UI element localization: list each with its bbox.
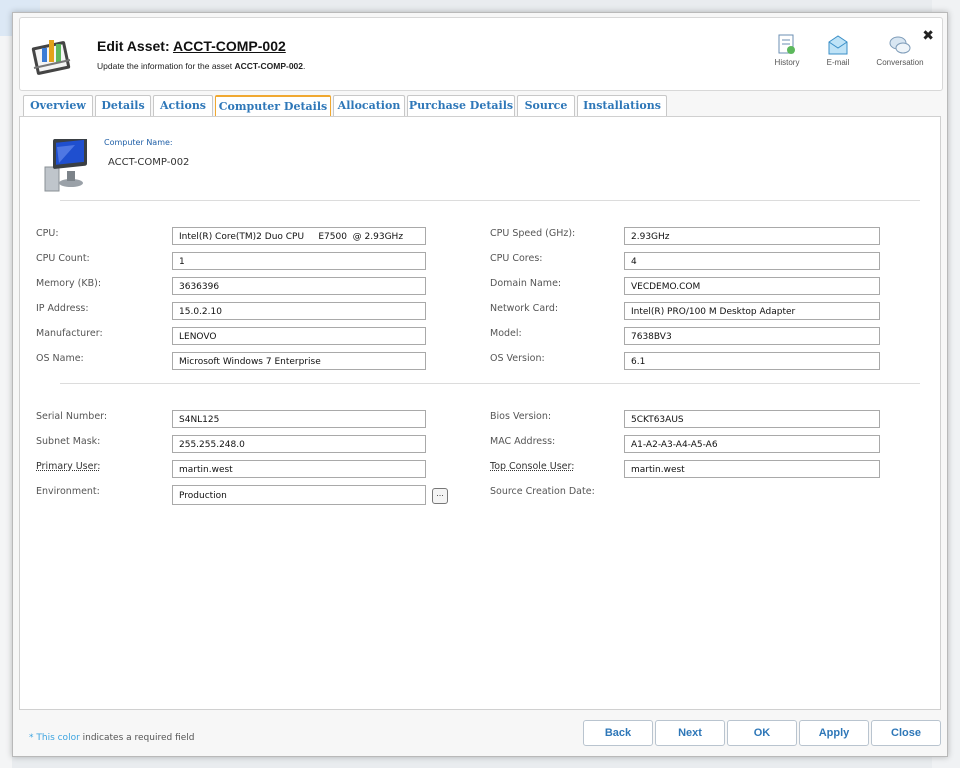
ok-button[interactable]: OK bbox=[727, 720, 797, 746]
cpu-speed-field[interactable]: 2.93GHz bbox=[624, 227, 880, 245]
subtitle-suffix: . bbox=[303, 61, 306, 71]
computer-details-panel: Computer Name: ACCT-COMP-002 CPU: CPU Co… bbox=[19, 116, 941, 710]
environment-browse-button[interactable]: ... bbox=[432, 488, 448, 504]
dialog-subtitle: Update the information for the asset ACC… bbox=[97, 61, 305, 71]
tab-details[interactable]: Details bbox=[95, 95, 151, 116]
history-icon bbox=[778, 34, 795, 54]
cpu-cores-field[interactable]: 4 bbox=[624, 252, 880, 270]
email-button[interactable]: E-mail bbox=[813, 34, 863, 67]
conversation-button[interactable]: Conversation bbox=[872, 34, 928, 67]
tab-bar: Overview Details Actions Computer Detail… bbox=[19, 95, 941, 118]
tab-overview[interactable]: Overview bbox=[23, 95, 93, 116]
dialog-footer: * This color indicates a required field … bbox=[19, 713, 941, 753]
cpu-count-field[interactable]: 1 bbox=[172, 252, 426, 270]
close-button[interactable]: Close bbox=[871, 720, 941, 746]
mac-address-field[interactable]: A1-A2-A3-A4-A5-A6 bbox=[624, 435, 880, 453]
tab-allocation[interactable]: Allocation bbox=[333, 95, 405, 116]
back-button[interactable]: Back bbox=[583, 720, 653, 746]
cpu-count-label: CPU Count: bbox=[36, 253, 90, 264]
model-field[interactable]: 7638BV3 bbox=[624, 327, 880, 345]
cpu-speed-label: CPU Speed (GHz): bbox=[490, 228, 576, 239]
required-field-note: * This color indicates a required field bbox=[29, 733, 195, 743]
cpu-cores-label: CPU Cores: bbox=[490, 253, 543, 264]
tab-actions[interactable]: Actions bbox=[153, 95, 213, 116]
ip-address-field[interactable]: 15.0.2.10 bbox=[172, 302, 426, 320]
memory-field[interactable]: 3636396 bbox=[172, 277, 426, 295]
conversation-label: Conversation bbox=[876, 58, 924, 67]
tab-installations[interactable]: Installations bbox=[577, 95, 667, 116]
dialog-header: Edit Asset: ACCT-COMP-002 Update the inf… bbox=[19, 17, 943, 91]
asset-chart-icon bbox=[31, 40, 71, 75]
background-left bbox=[0, 0, 12, 768]
serial-number-field[interactable]: S4NL125 bbox=[172, 410, 426, 428]
top-console-user-field[interactable]: martin.west bbox=[624, 460, 880, 478]
title-asset-name[interactable]: ACCT-COMP-002 bbox=[173, 38, 286, 54]
cpu-label: CPU: bbox=[36, 228, 59, 239]
os-version-field[interactable]: 6.1 bbox=[624, 352, 880, 370]
next-button[interactable]: Next bbox=[655, 720, 725, 746]
divider-top bbox=[60, 200, 920, 201]
subtitle-asset: ACCT-COMP-002 bbox=[234, 61, 303, 71]
domain-name-field[interactable]: VECDEMO.COM bbox=[624, 277, 880, 295]
subnet-mask-field[interactable]: 255.255.248.0 bbox=[172, 435, 426, 453]
primary-user-field[interactable]: martin.west bbox=[172, 460, 426, 478]
apply-button[interactable]: Apply bbox=[799, 720, 869, 746]
ip-address-label: IP Address: bbox=[36, 303, 89, 314]
network-card-label: Network Card: bbox=[490, 303, 559, 314]
required-color-sample: * This color bbox=[29, 733, 80, 743]
mac-address-label: MAC Address: bbox=[490, 436, 556, 447]
title-prefix: Edit Asset: bbox=[97, 38, 170, 54]
os-version-label: OS Version: bbox=[490, 353, 545, 364]
tab-source[interactable]: Source bbox=[517, 95, 575, 116]
conversation-icon bbox=[889, 36, 911, 54]
computer-icon bbox=[44, 139, 87, 192]
os-name-label: OS Name: bbox=[36, 353, 84, 364]
serial-number-label: Serial Number: bbox=[36, 411, 108, 422]
required-note-text: indicates a required field bbox=[79, 733, 195, 743]
tab-computer-details[interactable]: Computer Details bbox=[215, 95, 331, 118]
history-button[interactable]: History bbox=[762, 34, 812, 67]
network-card-field[interactable]: Intel(R) PRO/100 M Desktop Adapter bbox=[624, 302, 880, 320]
edit-asset-dialog: Edit Asset: ACCT-COMP-002 Update the inf… bbox=[12, 12, 948, 757]
environment-field[interactable]: Production bbox=[172, 485, 426, 505]
source-creation-date-label: Source Creation Date: bbox=[490, 486, 595, 497]
dialog-title: Edit Asset: ACCT-COMP-002 bbox=[97, 38, 286, 54]
bios-version-label: Bios Version: bbox=[490, 411, 552, 422]
manufacturer-field[interactable]: LENOVO bbox=[172, 327, 426, 345]
subnet-mask-label: Subnet Mask: bbox=[36, 436, 101, 447]
divider-middle bbox=[60, 383, 920, 384]
os-name-field[interactable]: Microsoft Windows 7 Enterprise bbox=[172, 352, 426, 370]
computer-name-value: ACCT-COMP-002 bbox=[108, 157, 190, 168]
manufacturer-label: Manufacturer: bbox=[36, 328, 103, 339]
memory-label: Memory (KB): bbox=[36, 278, 102, 289]
tab-purchase-details[interactable]: Purchase Details bbox=[407, 95, 515, 116]
email-label: E-mail bbox=[826, 58, 850, 67]
cpu-field[interactable]: Intel(R) Core(TM)2 Duo CPU E7500 @ 2.93G… bbox=[172, 227, 426, 245]
top-console-user-label[interactable]: Top Console User: bbox=[490, 461, 574, 472]
history-label: History bbox=[774, 58, 800, 67]
model-label: Model: bbox=[490, 328, 522, 339]
subtitle-prefix: Update the information for the asset bbox=[97, 61, 233, 71]
bios-version-field[interactable]: 5CKT63AUS bbox=[624, 410, 880, 428]
domain-name-label: Domain Name: bbox=[490, 278, 562, 289]
close-icon[interactable]: ✖ bbox=[922, 28, 934, 44]
email-icon bbox=[828, 35, 848, 55]
computer-name-label: Computer Name: bbox=[104, 138, 173, 147]
primary-user-label[interactable]: Primary User: bbox=[36, 461, 100, 472]
environment-label: Environment: bbox=[36, 486, 100, 497]
